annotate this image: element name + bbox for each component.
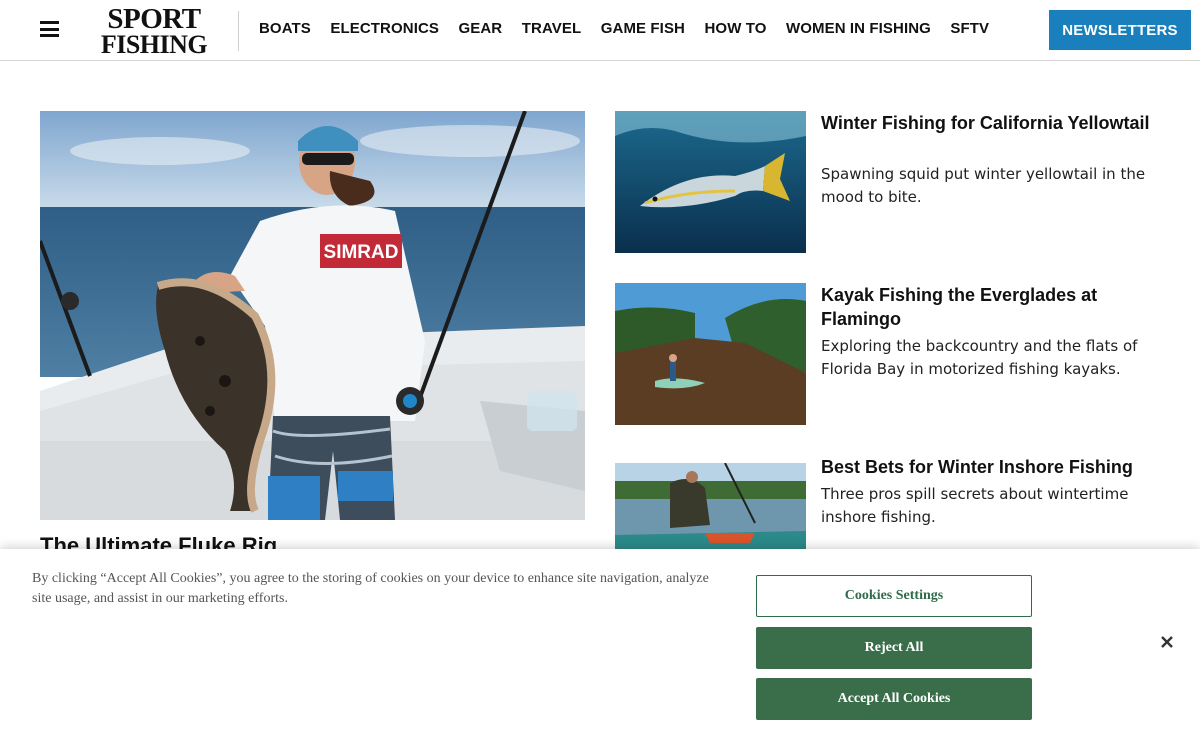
article-title[interactable]: Kayak Fishing the Everglades at Flamingo	[821, 283, 1151, 331]
article-title[interactable]: Best Bets for Winter Inshore Fishing	[821, 455, 1151, 479]
cookie-message: By clicking “Accept All Cookies”, you ag…	[32, 571, 709, 606]
article-thumbnail[interactable]	[615, 463, 806, 549]
article-thumbnail[interactable]	[615, 111, 806, 253]
accept-all-cookies-button[interactable]: Accept All Cookies	[756, 678, 1032, 720]
cookies-settings-button[interactable]: Cookies Settings	[756, 575, 1032, 617]
article-thumbnail[interactable]	[615, 283, 806, 425]
header-divider	[238, 11, 239, 51]
cookie-banner: By clicking “Accept All Cookies”, you ag…	[0, 549, 1200, 740]
logo-line-1: SPORT	[107, 3, 201, 35]
hero-image[interactable]: SIMRAD	[40, 111, 585, 520]
main-nav: BOATS ELECTRONICS GEAR TRAVEL GAME FISH …	[259, 20, 1009, 37]
nav-gear[interactable]: GEAR	[459, 20, 503, 37]
close-icon[interactable]	[1158, 633, 1176, 651]
shirt-logo-text: SIMRAD	[324, 242, 399, 263]
article-card[interactable]: Winter Fishing for California Yellowtail…	[615, 111, 1175, 253]
nav-sftv[interactable]: SFTV	[950, 20, 989, 37]
nav-women-in-fishing[interactable]: WOMEN IN FISHING	[786, 20, 931, 37]
article-description: Exploring the backcountry and the flats …	[821, 337, 1138, 378]
site-header: SPORT FISHING BOATS ELECTRONICS GEAR TRA…	[0, 0, 1200, 61]
article-description: Three pros spill secrets about wintertim…	[821, 485, 1129, 526]
nav-travel[interactable]: TRAVEL	[522, 20, 582, 37]
nav-electronics[interactable]: ELECTRONICS	[330, 20, 439, 37]
menu-icon[interactable]	[40, 21, 59, 37]
nav-how-to[interactable]: HOW TO	[705, 20, 767, 37]
nav-boats[interactable]: BOATS	[259, 20, 311, 37]
article-card[interactable]: Best Bets for Winter Inshore Fishing Thr…	[615, 455, 1175, 550]
newsletters-button[interactable]: NEWSLETTERS	[1049, 10, 1191, 50]
logo-line-2: FISHING	[100, 30, 208, 60]
article-description: Spawning squid put winter yellowtail in …	[821, 165, 1146, 206]
reject-all-button[interactable]: Reject All	[756, 627, 1032, 669]
nav-game-fish[interactable]: GAME FISH	[601, 20, 685, 37]
article-card[interactable]: Kayak Fishing the Everglades at Flamingo…	[615, 283, 1175, 425]
article-title[interactable]: Winter Fishing for California Yellowtail	[821, 111, 1151, 135]
site-logo[interactable]: SPORT FISHING	[94, 3, 214, 60]
